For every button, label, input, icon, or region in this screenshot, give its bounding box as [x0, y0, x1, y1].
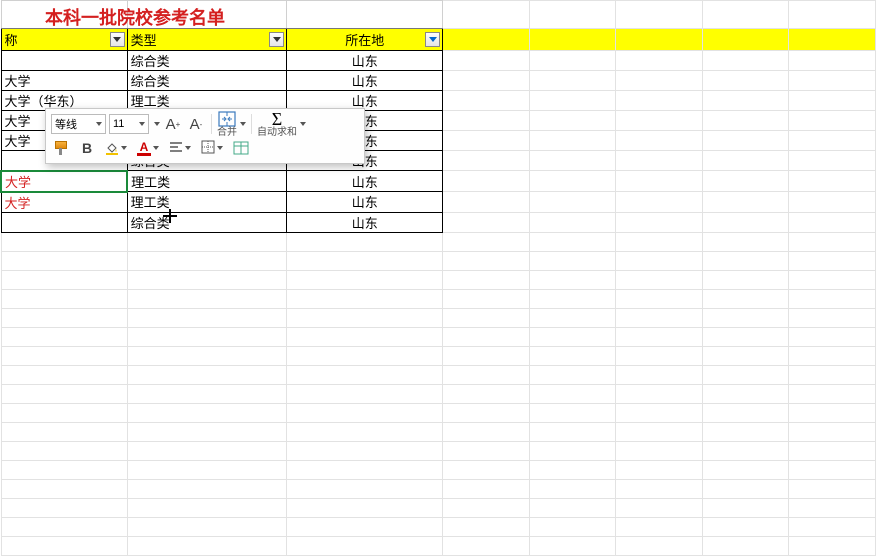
table-row[interactable]: 大学综合类山东 [1, 71, 876, 91]
merge-cells-button[interactable]: 合并 [217, 110, 237, 138]
chevron-down-icon[interactable] [154, 122, 160, 126]
chevron-down-icon [153, 146, 159, 150]
format-painter-button[interactable] [51, 138, 71, 158]
chevron-down-icon [96, 122, 102, 126]
cell-location[interactable]: 山东 [287, 192, 443, 213]
cell-name[interactable] [1, 212, 127, 232]
font-size-select[interactable]: 11 [109, 114, 149, 134]
align-button[interactable] [167, 138, 193, 158]
font-family-select[interactable]: 等线 [51, 114, 106, 134]
table-row[interactable]: 大学理工类山东 [1, 171, 876, 192]
align-icon [169, 140, 183, 157]
cell-name[interactable]: 大学 [1, 171, 127, 192]
empty-row[interactable] [1, 308, 876, 327]
cell-location[interactable]: 山东 [287, 212, 443, 232]
increase-font-button[interactable]: A+ [163, 114, 183, 134]
format-painter-icon [53, 140, 69, 156]
cell-name[interactable]: 大学 [1, 71, 127, 91]
empty-row[interactable] [1, 403, 876, 422]
empty-row[interactable] [1, 251, 876, 270]
cell-name[interactable]: 大学 [1, 192, 127, 213]
table-icon [233, 141, 249, 155]
empty-row[interactable] [1, 289, 876, 308]
mini-toolbar: 等线 11 A+ A- 合并 Σ 自动求和 B [45, 108, 365, 164]
empty-row[interactable] [1, 327, 876, 346]
fill-color-button[interactable] [103, 138, 129, 158]
table-row[interactable]: 大学理工类山东 [1, 192, 876, 213]
empty-row[interactable] [1, 365, 876, 384]
bold-button[interactable]: B [77, 138, 97, 158]
format-table-button[interactable] [231, 138, 251, 158]
table-row[interactable]: 综合类山东 [1, 51, 876, 71]
cell-type[interactable]: 综合类 [127, 212, 287, 232]
header-location[interactable]: 所在地 [287, 29, 443, 51]
chevron-down-icon [185, 146, 191, 150]
filter-icon[interactable] [425, 32, 440, 47]
cell-location[interactable]: 山东 [287, 171, 443, 192]
cell-type[interactable]: 理工类 [127, 192, 287, 213]
font-color-button[interactable]: A [135, 138, 161, 158]
header-name-label: 称 [5, 33, 18, 48]
empty-row[interactable] [1, 441, 876, 460]
header-type[interactable]: 类型 [127, 29, 287, 51]
empty-row[interactable] [1, 422, 876, 441]
empty-row[interactable] [1, 536, 876, 555]
paint-bucket-icon [105, 141, 119, 155]
chevron-down-icon [139, 122, 145, 126]
empty-row[interactable] [1, 517, 876, 536]
autosum-button[interactable]: Σ 自动求和 [257, 110, 297, 138]
font-family-value: 等线 [55, 116, 77, 132]
empty-row[interactable] [1, 460, 876, 479]
table-row[interactable]: 综合类山东 [1, 212, 876, 232]
page-title: 本科一批院校参考名单 [45, 4, 225, 30]
filter-icon[interactable] [269, 32, 284, 47]
empty-row[interactable] [1, 498, 876, 517]
cell-type[interactable]: 综合类 [127, 71, 287, 91]
font-color-icon: A [137, 141, 151, 156]
header-name[interactable]: 称 [1, 29, 127, 51]
empty-row[interactable] [1, 479, 876, 498]
table-header-row: 称 类型 所在地 [1, 29, 876, 51]
header-location-label: 所在地 [345, 33, 384, 48]
chevron-down-icon[interactable] [300, 122, 306, 126]
filter-icon[interactable] [110, 32, 125, 47]
header-type-label: 类型 [131, 33, 157, 48]
cell-type[interactable]: 综合类 [127, 51, 287, 71]
cell-name[interactable] [1, 51, 127, 71]
spreadsheet-grid[interactable]: 称 类型 所在地 综合类山东大学综合类山东大学（华东）理工类山东大学理工类山东大… [0, 0, 876, 556]
cell-type[interactable]: 理工类 [127, 171, 287, 192]
chevron-down-icon [121, 146, 127, 150]
borders-button[interactable] [199, 138, 225, 158]
decrease-font-button[interactable]: A- [186, 114, 206, 134]
cell-location[interactable]: 山东 [287, 51, 443, 71]
empty-row[interactable] [1, 384, 876, 403]
cell-location[interactable]: 山东 [287, 71, 443, 91]
chevron-down-icon [217, 146, 223, 150]
font-size-value: 11 [113, 118, 124, 130]
borders-icon [201, 140, 215, 157]
empty-row[interactable] [1, 346, 876, 365]
empty-row[interactable] [1, 270, 876, 289]
chevron-down-icon[interactable] [240, 122, 246, 126]
empty-row[interactable] [1, 232, 876, 251]
